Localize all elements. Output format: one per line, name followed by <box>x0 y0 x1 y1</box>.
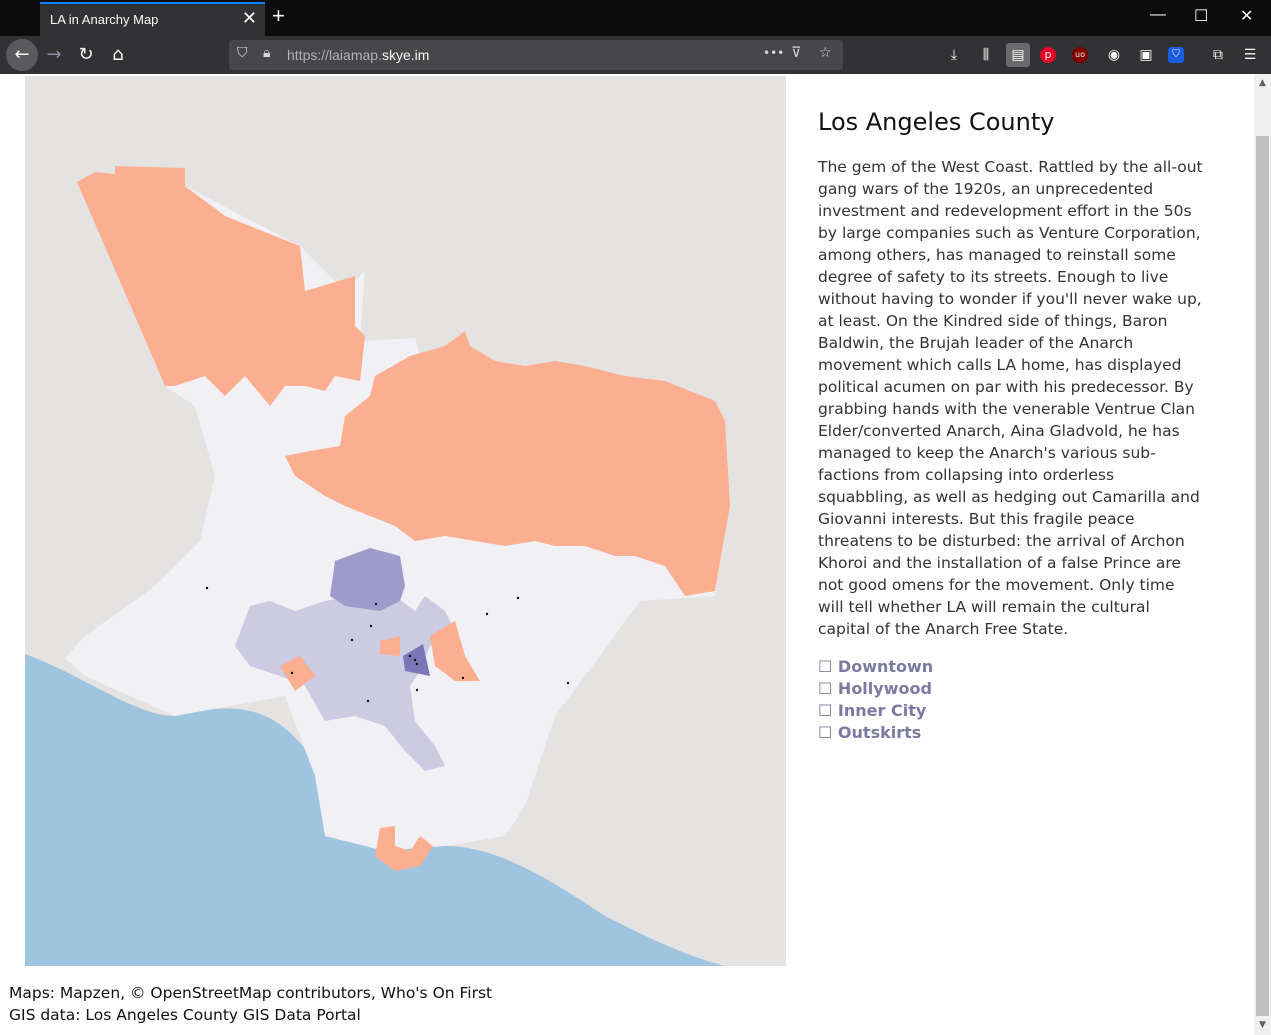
menu-icon[interactable]: ☰ <box>1240 45 1260 65</box>
region-label: Hollywood <box>837 679 932 698</box>
checkbox-icon[interactable]: ☐ <box>818 723 832 742</box>
location-dot[interactable] <box>369 624 373 628</box>
location-dot[interactable] <box>408 654 412 658</box>
location-dot[interactable] <box>290 671 294 675</box>
url-prefix: https://laiamap. <box>287 47 382 63</box>
vertical-scrollbar[interactable]: ▲ ▼ <box>1254 74 1271 1035</box>
reader-view-icon[interactable]: ▤ <box>1006 43 1030 67</box>
navigation-toolbar: ← → ↻ ⌂ ⛉ 🔒︎ https://laiamap.skye.im •••… <box>0 36 1271 74</box>
location-dot[interactable] <box>516 596 520 600</box>
scroll-thumb[interactable] <box>1256 136 1269 1016</box>
location-dot[interactable] <box>374 602 378 606</box>
back-arrow-icon[interactable]: ← <box>6 39 38 71</box>
extensions-icon[interactable]: ⧉ <box>1208 45 1228 65</box>
county-title: Los Angeles County <box>818 108 1055 136</box>
home-icon[interactable]: ⌂ <box>104 41 132 69</box>
pocket-icon[interactable]: ⊽ <box>791 45 801 61</box>
container-icon[interactable]: ▣ <box>1136 45 1156 65</box>
region-list: ☐ Downtown ☐ Hollywood ☐ Inner City ☐ Ou… <box>818 656 1203 744</box>
tab-bar: LA in Anarchy Map ✕ + — ☐ ✕ <box>0 0 1271 36</box>
downloads-icon[interactable]: ⤓ <box>944 45 964 65</box>
new-tab-button[interactable]: + <box>272 3 285 29</box>
location-dot[interactable] <box>485 612 489 616</box>
region-inner-city-toggle[interactable]: ☐ Inner City <box>818 700 1203 722</box>
minimize-icon[interactable]: — <box>1150 6 1166 24</box>
library-icon[interactable]: ⫼ <box>976 45 996 65</box>
maps-credit: Maps: Mapzen, © OpenStreetMap contributo… <box>9 984 493 1002</box>
location-dot[interactable] <box>461 676 465 680</box>
region-label: Downtown <box>837 657 934 676</box>
checkbox-icon[interactable]: ☐ <box>818 657 832 676</box>
page-content: Los Angeles County The gem of the West C… <box>0 74 1254 1035</box>
scroll-up-arrow-icon[interactable]: ▲ <box>1254 78 1271 88</box>
gis-credit: GIS data: Los Angeles County GIS Data Po… <box>9 1006 361 1024</box>
region-label: Inner City <box>837 701 927 720</box>
info-panel: Los Angeles County The gem of the West C… <box>818 108 1203 744</box>
ublock-icon[interactable]: uo <box>1072 47 1088 63</box>
region-downtown-toggle[interactable]: ☐ Downtown <box>818 656 1203 678</box>
pinterest-icon[interactable]: p <box>1040 47 1056 63</box>
page-actions-icon[interactable]: ••• <box>763 46 784 60</box>
close-tab-icon[interactable]: ✕ <box>242 8 257 29</box>
credits: Maps: Mapzen, © OpenStreetMap contributo… <box>9 982 492 1026</box>
region-outskirts-toggle[interactable]: ☐ Outskirts <box>818 722 1203 744</box>
url-text[interactable]: https://laiamap.skye.im <box>287 47 429 63</box>
screenshot-icon[interactable]: ◉ <box>1104 45 1124 65</box>
address-bar[interactable]: ⛉ 🔒︎ https://laiamap.skye.im ••• ⊽ ☆ <box>229 40 843 70</box>
location-dot[interactable] <box>205 586 209 590</box>
forward-arrow-icon[interactable]: → <box>40 41 68 69</box>
bookmark-star-icon[interactable]: ☆ <box>819 45 832 61</box>
maximize-icon[interactable]: ☐ <box>1194 6 1208 26</box>
browser-tab[interactable]: LA in Anarchy Map ✕ <box>40 2 265 36</box>
location-dot[interactable] <box>566 681 570 685</box>
location-dot[interactable] <box>366 699 370 703</box>
window-close-icon[interactable]: ✕ <box>1240 6 1253 26</box>
region-label: Outskirts <box>837 723 922 742</box>
county-map[interactable] <box>25 76 786 966</box>
region-hollywood-toggle[interactable]: ☐ Hollywood <box>818 678 1203 700</box>
shield-icon[interactable]: ⛉ <box>237 45 248 61</box>
checkbox-icon[interactable]: ☐ <box>818 701 832 720</box>
bitwarden-icon[interactable]: ⛉ <box>1168 47 1184 63</box>
location-dot[interactable] <box>415 662 419 666</box>
county-description: The gem of the West Coast. Rattled by th… <box>818 158 1203 638</box>
location-dot[interactable] <box>413 658 417 662</box>
location-dot[interactable] <box>415 688 419 692</box>
reload-icon[interactable]: ↻ <box>72 41 100 69</box>
tab-title: LA in Anarchy Map <box>50 12 159 27</box>
location-dot[interactable] <box>350 638 354 642</box>
url-domain: skye.im <box>381 47 430 63</box>
lock-icon[interactable]: 🔒︎ <box>263 45 270 61</box>
scroll-down-arrow-icon[interactable]: ▼ <box>1254 1020 1271 1030</box>
checkbox-icon[interactable]: ☐ <box>818 679 832 698</box>
